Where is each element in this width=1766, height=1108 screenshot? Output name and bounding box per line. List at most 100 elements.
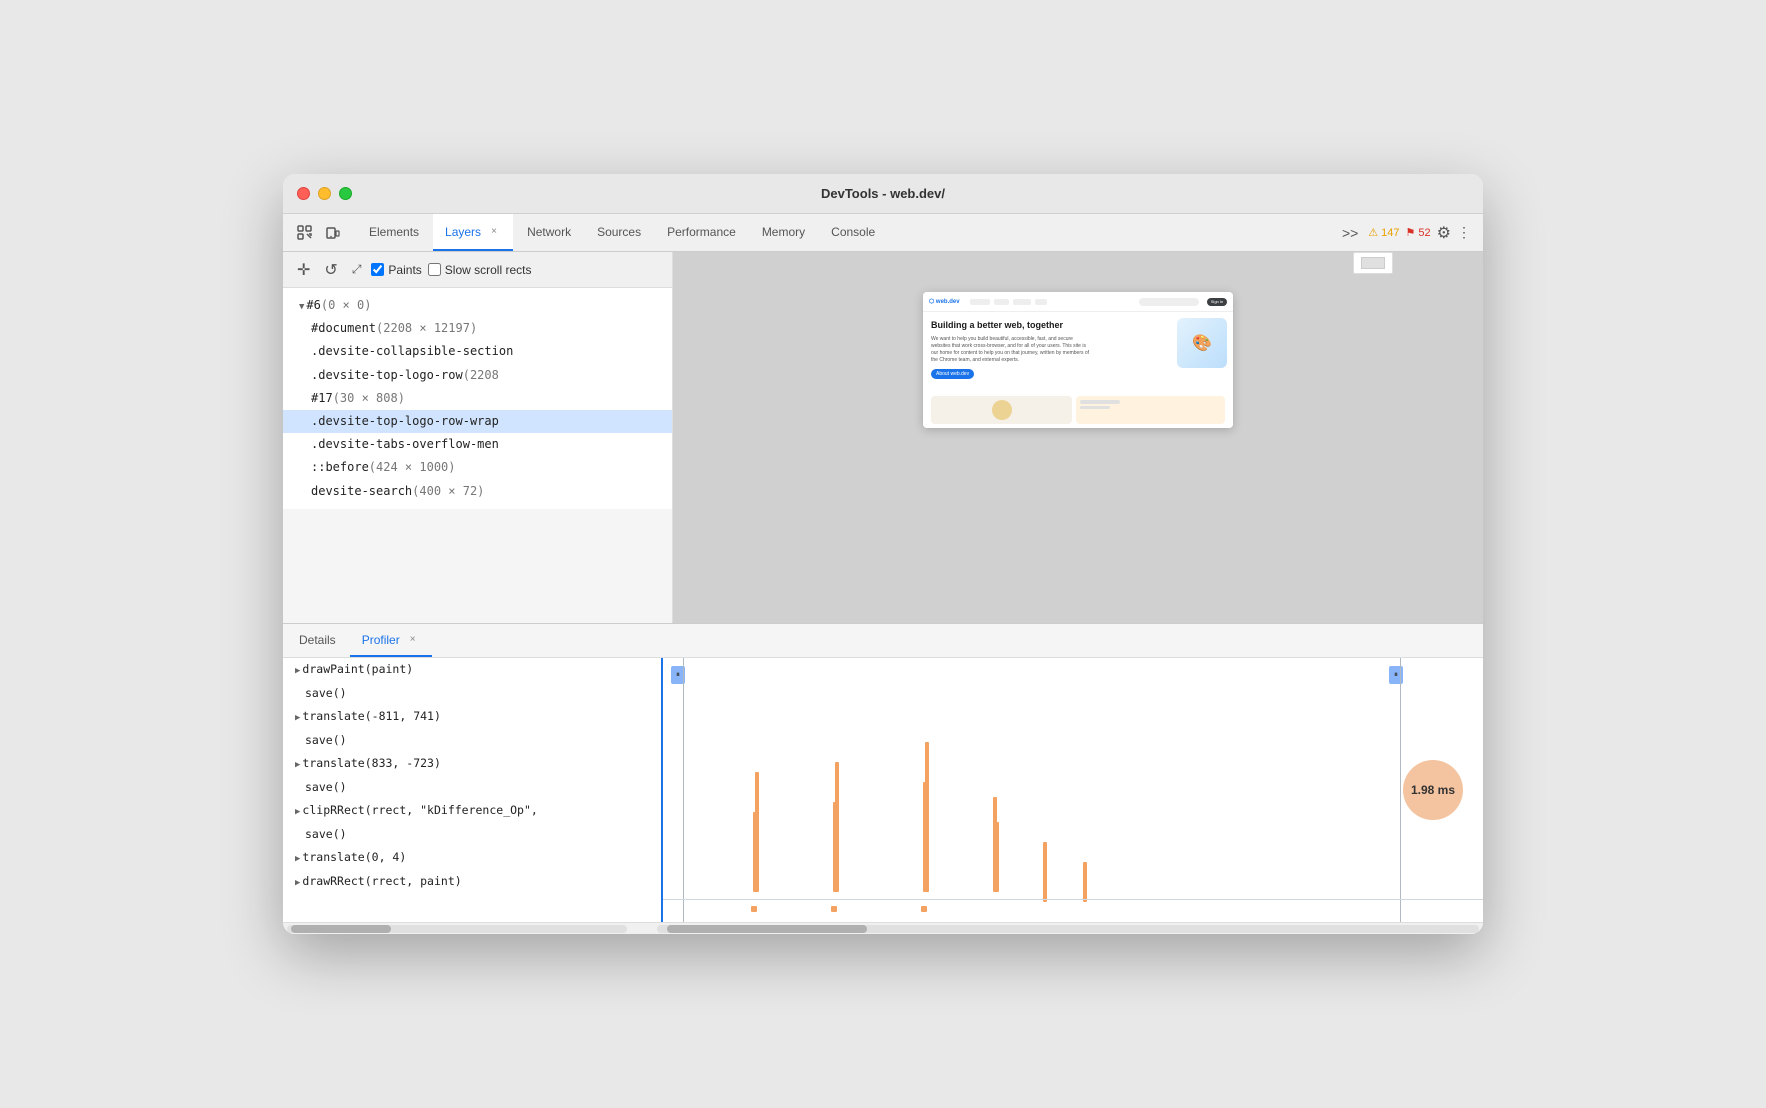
tab-elements[interactable]: Elements	[357, 214, 431, 251]
cmd-drawRRect[interactable]: ▶drawRRect(rrect, paint)	[283, 870, 661, 894]
timeline-area: ⏸ ⏸	[663, 658, 1483, 922]
devtools-window: DevTools - web.dev/ Element	[283, 174, 1483, 934]
move-tool-icon[interactable]: ✛	[293, 256, 314, 284]
right-scrollbar-track[interactable]	[657, 925, 1479, 933]
tab-elements-label: Elements	[369, 225, 419, 239]
webdev-cards	[923, 392, 1233, 428]
tab-sources[interactable]: Sources	[585, 214, 653, 251]
traffic-lights	[297, 187, 352, 200]
timeline-separator	[663, 899, 1483, 900]
layers-panel: ▼#6(0 × 0) #document(2208 × 12197) .devs…	[283, 288, 673, 509]
cmd-clipRRect[interactable]: ▶clipRRect(rrect, "kDifference_Op",	[283, 799, 661, 823]
timeline-inner: ⏸ ⏸	[663, 658, 1483, 922]
tab-bar: Elements Layers × Network Sources Perfor…	[283, 214, 1483, 252]
tab-console-label: Console	[831, 225, 875, 239]
title-bar: DevTools - web.dev/	[283, 174, 1483, 214]
tab-details-label: Details	[299, 633, 336, 647]
tab-performance[interactable]: Performance	[655, 214, 748, 251]
cmd-translate3[interactable]: ▶translate(0, 4)	[283, 846, 661, 870]
tab-profiler-close[interactable]: ×	[406, 633, 420, 647]
close-button[interactable]	[297, 187, 310, 200]
preview-area: ⬡ web.dev Sign In	[673, 252, 1483, 623]
layer-item-top-logo-row[interactable]: .devsite-top-logo-row(2208	[283, 364, 672, 387]
paints-label: Paints	[388, 263, 421, 277]
main-content: ✛ ↺ ⤢ Paints Slow scroll rects	[283, 252, 1483, 934]
hero-image: 🎨	[1177, 318, 1227, 368]
tab-sources-label: Sources	[597, 225, 641, 239]
layer-item-id17[interactable]: #17(30 × 808)	[283, 387, 672, 410]
tab-network-label: Network	[527, 225, 571, 239]
hero-desc: We want to help you build beautiful, acc…	[931, 336, 1093, 364]
profiler-tabs: Details Profiler ×	[283, 624, 1483, 658]
layers-toolbar: ✛ ↺ ⤢ Paints Slow scroll rects	[283, 252, 672, 288]
left-scrollbar-track[interactable]	[287, 925, 627, 933]
profiler-content: ▶drawPaint(paint) save() ▶translate(-811…	[283, 658, 1483, 922]
layer-item-root[interactable]: ▼#6(0 × 0)	[283, 294, 672, 317]
device-icon[interactable]	[321, 221, 345, 245]
right-scrollbar-thumb[interactable]	[667, 925, 867, 933]
command-list: ▶drawPaint(paint) save() ▶translate(-811…	[283, 658, 663, 922]
upper-section: ✛ ↺ ⤢ Paints Slow scroll rects	[283, 252, 1483, 624]
error-icon: ⚑	[1406, 226, 1416, 239]
layer-item-top-logo-row-wrap[interactable]: .devsite-top-logo-row-wrap	[283, 410, 672, 433]
card-1	[931, 396, 1072, 424]
slow-scroll-checkbox[interactable]	[428, 263, 441, 276]
scrollbar-area	[283, 922, 1483, 934]
maximize-button[interactable]	[339, 187, 352, 200]
tab-bar-right: >> ⚠ 147 ⚑ 52 ⚙ ⋮	[1338, 214, 1479, 251]
tab-network[interactable]: Network	[515, 214, 583, 251]
paint-bar-6	[925, 742, 929, 892]
timer-badge: 1.98 ms	[1403, 760, 1463, 820]
layer-item-devsite-search[interactable]: devsite-search(400 × 72)	[283, 480, 672, 503]
timer-label: 1.98 ms	[1411, 783, 1455, 797]
tab-performance-label: Performance	[667, 225, 736, 239]
tab-layers-close[interactable]: ×	[487, 225, 501, 239]
tab-layers[interactable]: Layers ×	[433, 214, 513, 251]
selector-icon[interactable]	[293, 221, 317, 245]
errors-count: 52	[1418, 227, 1430, 239]
cmd-save2[interactable]: save()	[283, 729, 661, 753]
cmd-save1[interactable]: save()	[283, 682, 661, 706]
tab-memory-label: Memory	[762, 225, 805, 239]
tab-details[interactable]: Details	[287, 624, 348, 657]
more-button[interactable]: ⋮	[1457, 224, 1471, 241]
layer-item-before[interactable]: ::before(424 × 1000)	[283, 456, 672, 479]
minimize-button[interactable]	[318, 187, 331, 200]
cmd-translate1[interactable]: ▶translate(-811, 741)	[283, 705, 661, 729]
preview-content: ⬡ web.dev Sign In	[673, 252, 1483, 623]
paints-checkbox-group[interactable]: Paints	[371, 263, 421, 277]
overflow-button[interactable]: >>	[1338, 223, 1362, 243]
resize-tool-icon[interactable]: ⤢	[348, 258, 366, 281]
slow-scroll-checkbox-group[interactable]: Slow scroll rects	[428, 263, 532, 277]
paint-bar-2	[755, 772, 759, 892]
tab-memory[interactable]: Memory	[750, 214, 817, 251]
warnings-badge: ⚠ 147	[1368, 226, 1399, 239]
hero-title: Building a better web, together	[931, 320, 1093, 332]
timeline-mark-1	[751, 906, 757, 912]
tab-profiler[interactable]: Profiler ×	[350, 624, 432, 657]
layer-item-collapsible[interactable]: .devsite-collapsible-section	[283, 340, 672, 363]
cmd-save4[interactable]: save()	[283, 823, 661, 847]
paint-bar-9	[1043, 842, 1047, 902]
cmd-translate2[interactable]: ▶translate(833, -723)	[283, 752, 661, 776]
tab-console[interactable]: Console	[819, 214, 887, 251]
layer-item-document[interactable]: #document(2208 × 12197)	[283, 317, 672, 340]
webdev-hero: Building a better web, together We want …	[923, 312, 1233, 392]
timeline-mark-2	[831, 906, 837, 912]
cmd-save3[interactable]: save()	[283, 776, 661, 800]
warning-icon: ⚠	[1368, 226, 1378, 239]
cmd-drawPaint[interactable]: ▶drawPaint(paint)	[283, 658, 661, 682]
card-2	[1076, 396, 1225, 424]
tab-profiler-label: Profiler	[362, 633, 400, 647]
timeline-line-left	[683, 658, 684, 922]
browser-preview: ⬡ web.dev Sign In	[923, 292, 1233, 428]
toolbar-icons	[287, 214, 351, 251]
timeline-mark-3	[921, 906, 927, 912]
layer-item-tabs-overflow[interactable]: .devsite-tabs-overflow-men	[283, 433, 672, 456]
paints-checkbox[interactable]	[371, 263, 384, 276]
left-scrollbar-thumb[interactable]	[291, 925, 391, 933]
paint-bar-10	[1083, 862, 1087, 902]
settings-button[interactable]: ⚙	[1437, 223, 1451, 243]
window-title: DevTools - web.dev/	[821, 186, 945, 201]
rotate-tool-icon[interactable]: ↺	[320, 256, 341, 284]
